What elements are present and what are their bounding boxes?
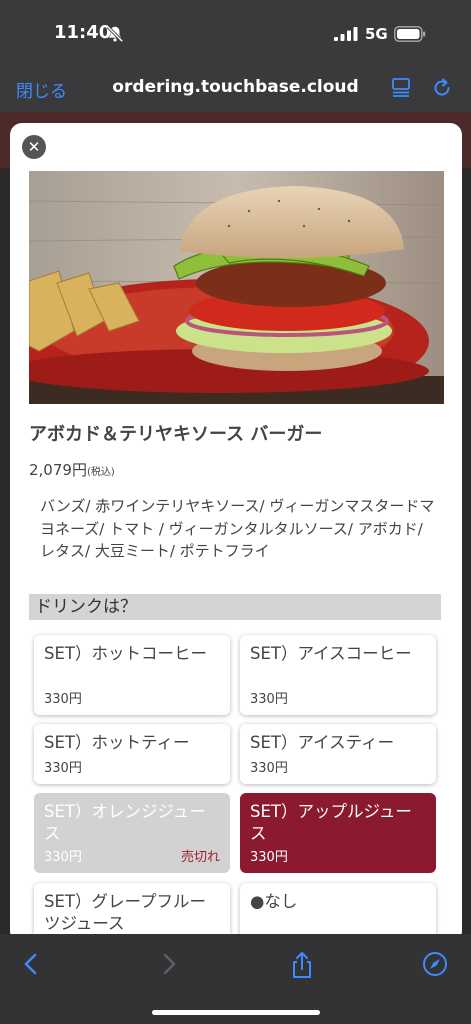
bell-off-icon xyxy=(106,25,124,43)
option-name: SET）アップルジュース xyxy=(250,802,412,843)
reader-icon[interactable] xyxy=(390,76,412,98)
option-name: SET）アイスティー xyxy=(250,733,395,752)
back-icon[interactable] xyxy=(18,951,44,977)
option-orange-juice[interactable]: SET）オレンジジュース 330円 売切れ xyxy=(34,793,230,873)
signal-icon xyxy=(334,27,358,41)
reload-icon[interactable] xyxy=(430,76,454,100)
option-price: 330円 xyxy=(250,692,288,707)
sold-out-badge: 売切れ xyxy=(180,850,220,865)
network-label: 5G xyxy=(365,25,388,43)
option-hot-coffee[interactable]: SET）ホットコーヒー 330円 xyxy=(34,635,230,715)
option-name: SET）ホットコーヒー xyxy=(44,644,207,663)
drink-section-heading: ドリンクは？ xyxy=(29,594,441,620)
option-name: ●なし xyxy=(250,892,298,911)
forward-icon[interactable] xyxy=(156,951,182,977)
battery-icon xyxy=(394,26,426,42)
home-indicator xyxy=(152,1010,320,1015)
option-name: SET）アイスコーヒー xyxy=(250,644,412,663)
item-title: アボカド＆テリヤキソース バーガー xyxy=(29,424,323,445)
option-iced-tea[interactable]: SET）アイスティー 330円 xyxy=(240,724,436,784)
browser-bar: 閉じる ordering.touchbase.cloud xyxy=(0,62,471,112)
item-price: 2,079円 xyxy=(29,461,87,479)
option-price: 330円 xyxy=(250,850,288,865)
option-apple-juice[interactable]: SET）アップルジュース 330円 xyxy=(240,793,436,873)
option-price: 330円 xyxy=(250,761,288,776)
option-name: SET）ホットティー xyxy=(44,733,190,752)
item-detail-modal: ✕ アボカド＆テリヤキソース バーガー 2,079円(税込) バンズ/ 赤ワイン… xyxy=(10,123,462,943)
modal-close-icon[interactable]: ✕ xyxy=(22,135,46,159)
option-hot-tea[interactable]: SET）ホットティー 330円 xyxy=(34,724,230,784)
status-bar: 11:40 5G xyxy=(0,0,471,62)
item-photo xyxy=(29,171,444,404)
status-time: 11:40 xyxy=(54,22,112,43)
option-iced-coffee[interactable]: SET）アイスコーヒー 330円 xyxy=(240,635,436,715)
share-icon[interactable] xyxy=(289,951,315,979)
item-description: バンズ/ 赤ワインテリヤキソース/ ヴィーガンマスタードマヨネーズ/ トマト /… xyxy=(40,497,435,560)
option-price: 330円 xyxy=(44,761,82,776)
option-price: 330円 xyxy=(44,850,82,865)
option-price: 330円 xyxy=(44,692,82,707)
compass-icon[interactable] xyxy=(422,951,448,977)
option-name: SET）グレープフルーツジュース xyxy=(44,892,206,933)
tax-note: (税込) xyxy=(86,467,115,478)
item-price-line: 2,079円(税込) xyxy=(29,459,115,480)
option-name: SET）オレンジジュース xyxy=(44,802,206,843)
